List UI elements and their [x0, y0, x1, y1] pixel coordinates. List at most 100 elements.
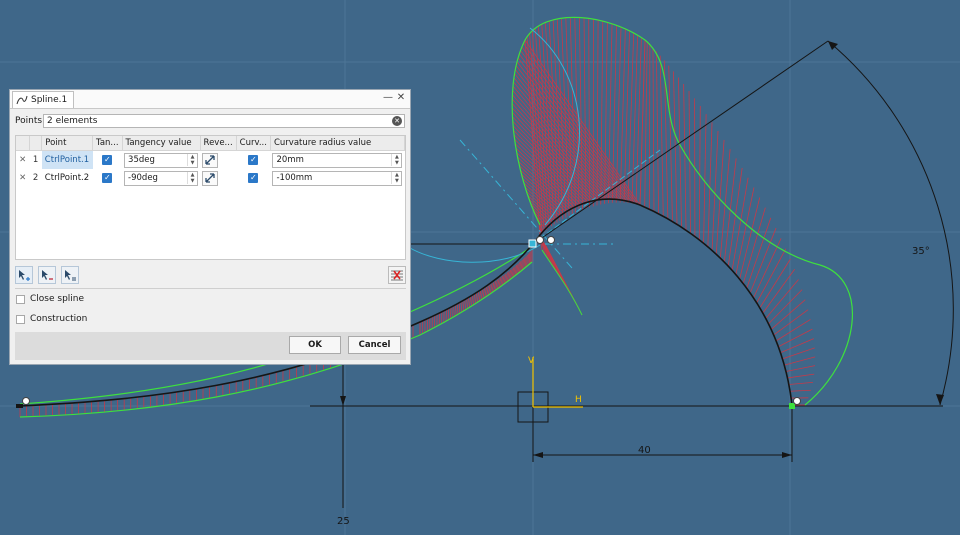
comb-spike: [780, 338, 814, 354]
construction-label: Construction: [30, 314, 88, 324]
add-point-button[interactable]: [15, 266, 33, 284]
remove-point-icon: [42, 270, 53, 280]
close-icon[interactable]: ✕: [395, 92, 407, 104]
h-axis-label: H: [575, 395, 582, 405]
comb-spike: [452, 306, 454, 318]
tangency-value-spinner[interactable]: -90deg ▲ ▼: [124, 170, 199, 186]
close-spline-label: Close spline: [30, 294, 85, 304]
points-row: Points 2 elements ✕: [15, 114, 405, 128]
points-label: Points: [15, 116, 43, 126]
angle-dimension-arc[interactable]: [827, 40, 954, 406]
curvature-radius-spinner[interactable]: 20mm ▲ ▼: [272, 152, 403, 168]
header-point[interactable]: Point: [41, 136, 94, 151]
dialog-footer: OK Cancel: [15, 332, 406, 360]
comb-spike: [703, 114, 707, 244]
curvature-comb-outline-small: [541, 249, 583, 316]
remove-all-icon: [391, 270, 403, 281]
point-name-cell[interactable]: CtrlPoint.2: [42, 169, 93, 187]
comb-spike: [454, 304, 456, 317]
replace-point-icon: [65, 270, 76, 281]
angle-dimension-label[interactable]: 35°: [912, 246, 930, 257]
close-spline-checkbox[interactable]: [16, 294, 25, 304]
comb-spike: [673, 71, 678, 225]
comb-spike: [698, 106, 701, 240]
vertical-dimension-label[interactable]: 25: [337, 516, 350, 527]
points-value: 2 elements: [47, 116, 98, 126]
curvature-radius-value: -100mm: [276, 173, 313, 183]
dialog-title: Spline.1: [31, 95, 68, 105]
construction-option[interactable]: Construction: [16, 314, 87, 324]
tangency-value-spinner[interactable]: 35deg ▲ ▼: [124, 152, 199, 168]
header-index: [29, 136, 43, 151]
curvature-radius-value: 20mm: [276, 155, 304, 165]
spinner-arrows-icon[interactable]: ▲ ▼: [187, 154, 197, 166]
comb-spike: [450, 307, 452, 319]
spline-endpoint[interactable]: [16, 404, 23, 408]
angle-arrow-end: [936, 394, 944, 405]
spinner-arrows-icon[interactable]: ▲ ▼: [187, 172, 197, 184]
reverse-tangent-button[interactable]: [202, 170, 219, 186]
tangency-value: 35deg: [128, 155, 155, 165]
close-spline-option[interactable]: Close spline: [16, 294, 84, 304]
comb-spike: [788, 381, 813, 385]
tangency-icon-2: [793, 397, 801, 405]
header-reverse[interactable]: Reve...: [200, 136, 237, 151]
header-tangency-value[interactable]: Tangency value: [122, 136, 201, 151]
comb-spike: [470, 295, 474, 307]
endpoint-constraint-icon: [22, 397, 30, 405]
comb-spike: [668, 65, 673, 222]
curvature-comb-outline: [511, 16, 853, 406]
reverse-tangent-button[interactable]: [202, 152, 219, 168]
comb-spike: [655, 51, 660, 214]
comb-spike: [466, 297, 469, 309]
control-point-2[interactable]: [789, 403, 795, 409]
comb-spike: [472, 294, 476, 306]
table-row[interactable]: ✕ 2 CtrlPoint.2 ✓ -90deg ▲ ▼ ✓ -100mm ▲ …: [16, 169, 405, 187]
comb-spike: [790, 389, 811, 392]
header-curvature[interactable]: Curv...: [236, 136, 271, 151]
remove-all-button[interactable]: [388, 266, 406, 284]
comb-spike: [458, 302, 461, 314]
replace-point-button[interactable]: [61, 266, 79, 284]
tangency-checkbox[interactable]: ✓: [102, 172, 113, 183]
curvature-radius-spinner[interactable]: -100mm ▲ ▼: [272, 170, 403, 186]
points-field[interactable]: 2 elements ✕: [43, 114, 405, 128]
comb-spike: [524, 256, 527, 268]
spinner-arrows-icon[interactable]: ▲ ▼: [391, 172, 401, 184]
tangency-value: -90deg: [128, 173, 158, 183]
spinner-arrows-icon[interactable]: ▲ ▼: [391, 154, 401, 166]
comb-spike: [778, 328, 813, 348]
delete-row-icon[interactable]: ✕: [16, 169, 29, 187]
delete-row-icon[interactable]: ✕: [16, 151, 29, 170]
comb-spike: [659, 55, 664, 217]
horizontal-dimension-label[interactable]: 40: [638, 445, 651, 456]
remove-point-button[interactable]: [38, 266, 56, 284]
ok-button[interactable]: OK: [289, 336, 341, 354]
clear-icon[interactable]: ✕: [392, 116, 402, 126]
dialog-titlebar[interactable]: Spline.1 — ✕: [10, 90, 410, 109]
comb-spike: [526, 254, 528, 267]
comb-spike: [456, 303, 459, 316]
tangency-checkbox[interactable]: ✓: [102, 154, 113, 165]
comb-spike: [596, 20, 599, 206]
comb-spike: [462, 300, 465, 312]
dialog-title-tab[interactable]: Spline.1: [12, 91, 75, 108]
comb-spike: [464, 299, 467, 311]
minimize-icon[interactable]: —: [382, 92, 394, 104]
v-axis-label: V: [528, 356, 535, 366]
control-point-1[interactable]: [528, 239, 537, 248]
cancel-button[interactable]: Cancel: [348, 336, 401, 354]
construction-checkbox[interactable]: [16, 314, 25, 324]
add-point-icon: [19, 270, 30, 281]
curvature-checkbox[interactable]: ✓: [248, 172, 259, 183]
comb-spike: [759, 258, 791, 309]
curvature-checkbox[interactable]: ✓: [248, 154, 259, 165]
separator: [15, 288, 406, 289]
header-curvature-radius[interactable]: Curvature radius value: [270, 136, 406, 151]
comb-spike: [468, 296, 471, 308]
table-row[interactable]: ✕ 1 CtrlPoint.1 ✓ 35deg ▲ ▼ ✓ 20mm ▲ ▼: [16, 150, 405, 170]
point-name-cell[interactable]: CtrlPoint.1: [41, 150, 93, 169]
comb-spike: [775, 319, 811, 342]
table-toolbar: [15, 266, 406, 286]
header-tangency[interactable]: Tan...: [92, 136, 123, 151]
